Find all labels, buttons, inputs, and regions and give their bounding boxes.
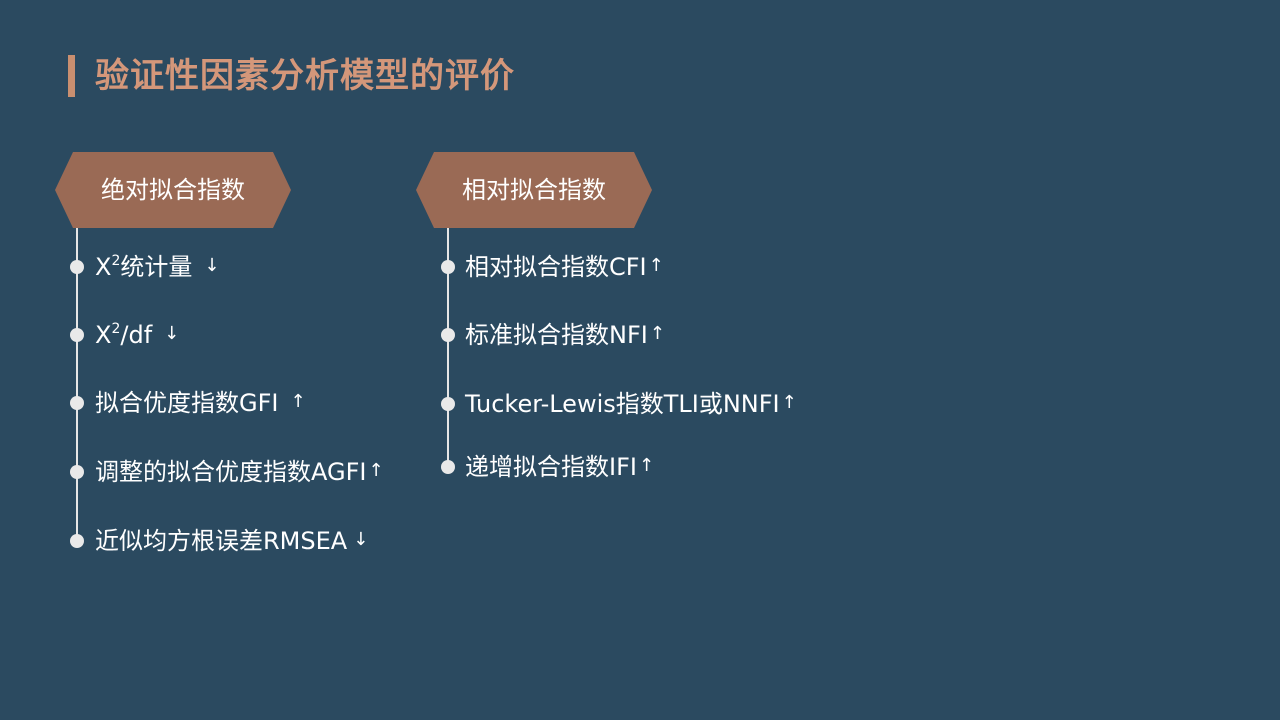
item-label: 递增拟合指数IFI ↑ — [465, 453, 655, 481]
absolute-fit-header: 绝对拟合指数 — [55, 152, 291, 228]
item-label: 调整的拟合优度指数AGFI ↑ — [95, 458, 384, 486]
relative-fit-header-label: 相对拟合指数 — [462, 176, 606, 204]
item-label: Tucker-Lewis指数TLI或NNFI ↑ — [465, 390, 797, 418]
absolute-fit-column: 绝对拟合指数 X2统计量 ↓ X2/df ↓ 拟合优度指数GFI ↑ 调整的拟合优度指… — [55, 152, 475, 572]
item-label: 相对拟合指数CFI ↑ — [465, 253, 664, 281]
arrow-up-icon: ↑ — [638, 455, 655, 476]
page-title: 验证性因素分析模型的评价 — [95, 56, 515, 96]
bullet-dot — [441, 460, 455, 474]
arrow-down-icon: ↓ — [353, 529, 369, 550]
relative-fit-column: 相对拟合指数 相对拟合指数CFI ↑ 标准拟合指数NFI ↑ Tucker-Lewi… — [416, 152, 836, 572]
item-label: X2/df ↓ — [95, 321, 180, 349]
bullet-dot — [70, 328, 84, 342]
bullet-dot — [70, 260, 84, 274]
item-label: 近似均方根误差RMSEA ↓ — [95, 527, 369, 555]
arrow-up-icon: ↑ — [290, 391, 306, 412]
item-label: 标准拟合指数NFI ↑ — [465, 321, 665, 349]
absolute-fit-header-label: 绝对拟合指数 — [101, 176, 245, 204]
title-accent-bar — [68, 55, 75, 97]
timeline-line — [76, 228, 78, 546]
arrow-up-icon: ↑ — [781, 392, 797, 413]
arrow-down-icon: ↓ — [204, 255, 220, 276]
item-label: 拟合优度指数GFI ↑ — [95, 389, 306, 417]
item-label: X2统计量 ↓ — [95, 253, 220, 281]
arrow-up-icon: ↑ — [368, 460, 384, 481]
arrow-up-icon: ↑ — [649, 323, 665, 344]
bullet-dot — [70, 396, 84, 410]
bullet-dot — [70, 534, 84, 548]
bullet-dot — [441, 328, 455, 342]
arrow-up-icon: ↑ — [648, 255, 664, 276]
bullet-dot — [441, 397, 455, 411]
bullet-dot — [441, 260, 455, 274]
bullet-dot — [70, 465, 84, 479]
arrow-down-icon: ↓ — [164, 323, 180, 344]
relative-fit-header: 相对拟合指数 — [416, 152, 652, 228]
